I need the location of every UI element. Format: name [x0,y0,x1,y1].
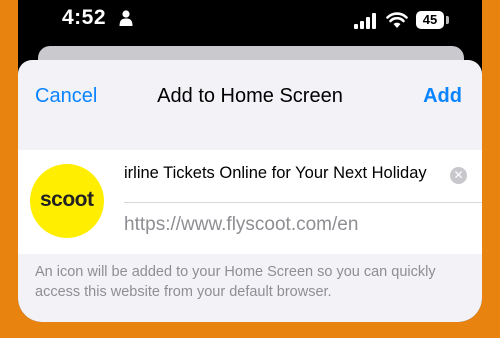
bookmark-url: https://www.flyscoot.com/en [124,214,359,235]
bookmark-details-card: scoot irline Tickets Online for Your Nex… [18,150,482,254]
battery-icon: 45 [416,11,444,29]
status-time: 4:52 [62,6,107,29]
field-divider [124,202,482,203]
phone-screen: 4:52 45 Cancel Add to Home Screen Add sc… [18,0,482,322]
add-button[interactable]: Add [423,85,462,108]
cellular-signal-icon [354,13,376,29]
person-icon [119,10,133,26]
status-bar: 4:52 45 [18,0,482,40]
footnote-text: An icon will be added to your Home Scree… [35,264,436,300]
sheet-title: Add to Home Screen [157,85,343,107]
sheet-nav-bar: Cancel Add to Home Screen Add [18,60,482,132]
battery-nub [446,16,449,24]
scoot-logo-text: scoot [40,188,94,211]
app-icon-preview: scoot [30,164,104,238]
clear-text-icon[interactable]: ✕ [450,167,467,184]
bookmark-name-input[interactable]: irline Tickets Online for Your Next Holi… [124,164,444,190]
wifi-icon [386,12,408,28]
add-to-home-screen-sheet: Cancel Add to Home Screen Add scoot irli… [18,60,482,322]
